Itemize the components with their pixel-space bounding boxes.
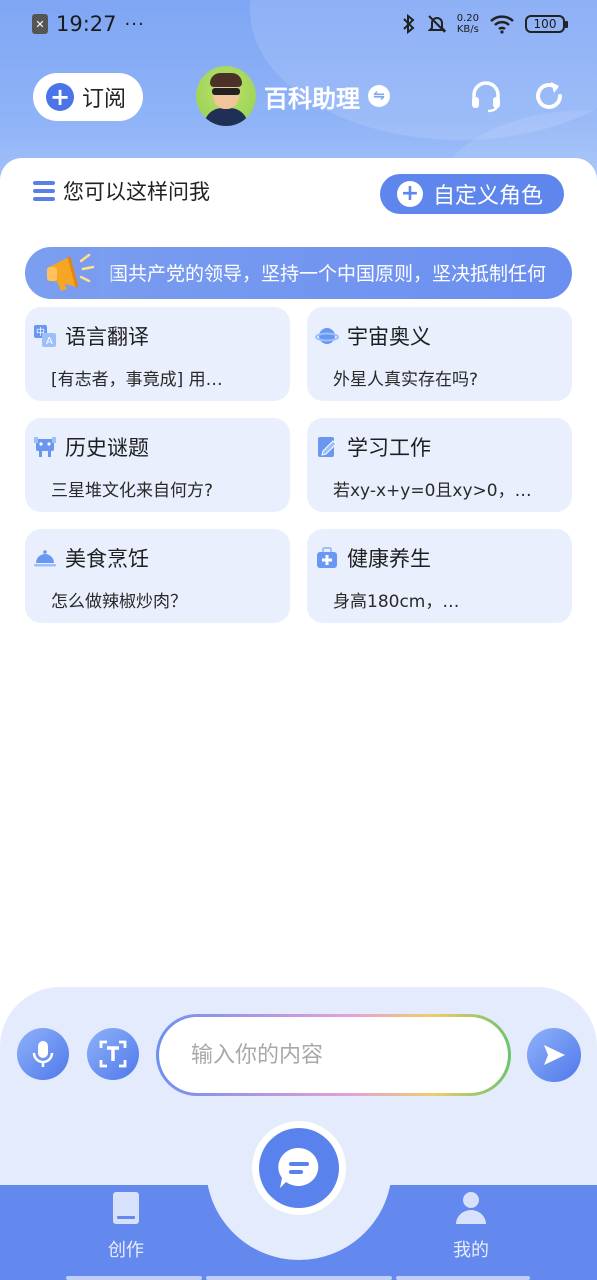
megaphone-icon (47, 253, 95, 291)
book-icon (113, 1192, 139, 1224)
food-cover-icon (34, 550, 56, 567)
status-right: 0.20 KB/s 100 (401, 13, 568, 35)
status-left: ✕ 19:27 ··· (32, 12, 145, 36)
microphone-icon (32, 1041, 54, 1067)
suggestion-grid: 中 A 语言翻译 [有志者，事竟成] 用… 宇宙奥义 外星人真实存在吗? 历史谜… (25, 307, 572, 623)
subscribe-label: 订阅 (82, 87, 127, 112)
svg-text:中: 中 (36, 326, 45, 338)
suggestion-card-health[interactable]: 健康养生 身高180cm，… (307, 529, 572, 623)
card-title: 健康养生 (347, 547, 431, 571)
text-mode-button[interactable] (87, 1028, 139, 1080)
suggestion-card-universe[interactable]: 宇宙奥义 外星人真实存在吗? (307, 307, 572, 401)
medkit-icon (317, 547, 337, 568)
card-title: 语言翻译 (65, 325, 149, 349)
card-subtitle: [有志者，事竟成] 用… (51, 370, 223, 390)
plus-icon: + (46, 83, 74, 111)
assistant-switcher[interactable]: 百科助理 ⇋ (196, 66, 390, 126)
nav-label-mine: 我的 (453, 1240, 489, 1261)
switch-icon: ⇋ (368, 85, 390, 107)
suggestion-card-translate[interactable]: 中 A 语言翻译 [有志者，事竟成] 用… (25, 307, 290, 401)
card-subtitle: 三星堆文化来自何方? (51, 481, 214, 501)
user-icon (456, 1192, 486, 1224)
main-content: 您可以这样问我 + 自定义角色 国共产党的领导，坚持一个中国原则，坚决抵制任何 … (0, 158, 597, 1058)
nav-label-create: 创作 (108, 1240, 144, 1261)
nav-item-mine[interactable]: 我的 (426, 1190, 516, 1262)
notebook-icon (318, 437, 337, 457)
home-indicator (396, 1276, 530, 1280)
prompt-hint: 您可以这样问我 (33, 176, 210, 206)
network-speed-unit: KB/s (456, 24, 479, 35)
suggestion-card-study[interactable]: 学习工作 若xy-x+y=0且xy>0，… (307, 418, 572, 512)
status-time: 19:27 (56, 12, 117, 36)
home-indicator (66, 1276, 202, 1280)
status-bar: ✕ 19:27 ··· 0.20 KB/s 100 (0, 0, 597, 48)
nav-item-create[interactable]: 创作 (81, 1190, 171, 1262)
custom-role-button[interactable]: + 自定义角色 (380, 174, 564, 214)
card-title: 宇宙奥义 (347, 325, 431, 349)
chat-button[interactable] (252, 1121, 346, 1215)
card-title: 美食烹饪 (65, 547, 149, 571)
refresh-icon[interactable] (531, 78, 567, 114)
battery-indicator: 100 (525, 15, 568, 33)
notice-text: 国共产党的领导，坚持一个中国原则，坚决抵制任何 (109, 263, 547, 285)
artifact-icon (34, 437, 56, 457)
assistant-name: 百科助理 (264, 84, 360, 113)
status-dots: ··· (124, 13, 145, 35)
subscribe-button[interactable]: + 订阅 (33, 73, 143, 121)
card-title: 历史谜题 (65, 436, 149, 460)
text-scan-icon (99, 1040, 127, 1068)
home-indicator (206, 1276, 392, 1280)
translate-icon: 中 A (34, 325, 56, 347)
bluetooth-icon (403, 14, 415, 34)
card-subtitle: 身高180cm，… (333, 592, 460, 612)
card-title: 学习工作 (347, 436, 431, 460)
menu-icon (33, 181, 55, 201)
prompt-hint-text: 您可以这样问我 (63, 180, 210, 204)
voice-button[interactable] (17, 1028, 69, 1080)
chat-bubble-icon (278, 1147, 319, 1188)
message-input[interactable] (191, 1042, 451, 1068)
card-subtitle: 怎么做辣椒炒肉？ (51, 592, 187, 612)
avatar (196, 66, 256, 126)
custom-role-label: 自定义角色 (433, 184, 544, 209)
message-input-wrapper (156, 1014, 511, 1096)
send-icon (544, 1045, 565, 1065)
suggestion-card-food[interactable]: 美食烹饪 怎么做辣椒炒肉？ (25, 529, 290, 623)
svg-text:A: A (46, 336, 53, 347)
headset-icon[interactable] (468, 78, 504, 114)
wifi-icon (490, 15, 514, 34)
card-subtitle: 外星人真实存在吗? (333, 370, 479, 390)
app-header: + 订阅 百科助理 ⇋ (0, 62, 597, 132)
mute-bell-icon (427, 15, 447, 33)
card-subtitle: 若xy-x+y=0且xy>0，… (333, 481, 532, 501)
network-speed-value: 0.20 (456, 13, 479, 24)
send-button[interactable] (527, 1028, 581, 1082)
suggestion-card-history[interactable]: 历史谜题 三星堆文化来自何方? (25, 418, 290, 512)
planet-icon (315, 328, 339, 344)
plus-icon: + (397, 181, 423, 207)
network-speed: 0.20 KB/s (457, 13, 479, 35)
x-app-icon: ✕ (32, 14, 48, 34)
notice-banner[interactable]: 国共产党的领导，坚持一个中国原则，坚决抵制任何 (25, 247, 572, 299)
